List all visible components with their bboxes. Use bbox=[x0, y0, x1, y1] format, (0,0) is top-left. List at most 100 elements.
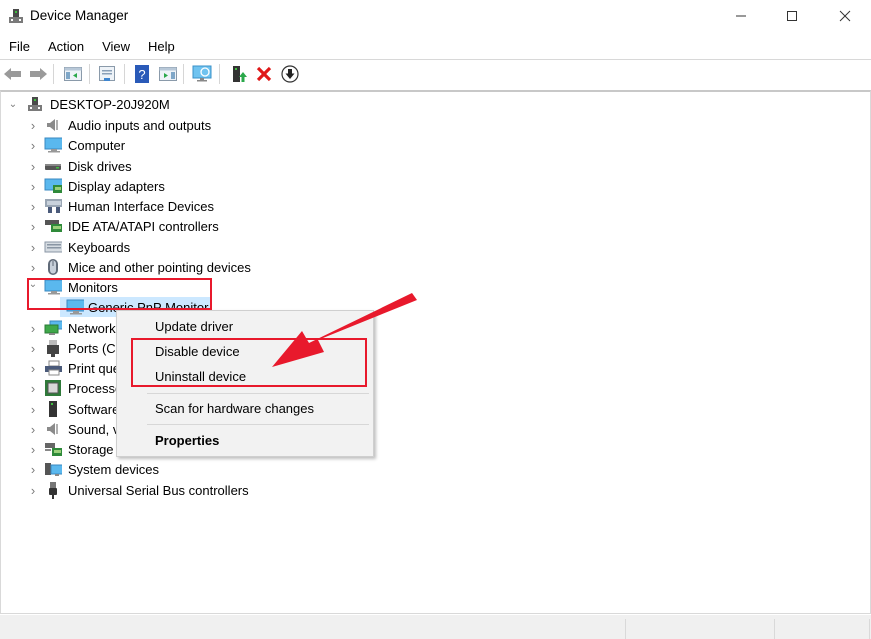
toolbar-separator bbox=[124, 64, 125, 84]
menu-item-properties[interactable]: Properties bbox=[155, 433, 219, 448]
tree-item-label: Universal Serial Bus controllers bbox=[68, 482, 249, 498]
tree-category-keyboards[interactable]: › Keyboards bbox=[28, 237, 130, 257]
menu-bar: File Action View Help bbox=[0, 36, 871, 58]
storage-controller-icon bbox=[44, 441, 62, 457]
tree-category-system-devices[interactable]: › System devices bbox=[28, 459, 159, 479]
toolbar-separator bbox=[89, 64, 90, 84]
tree-item-label: Human Interface Devices bbox=[68, 198, 214, 214]
console-tree-button[interactable] bbox=[62, 64, 84, 84]
tree-item-label: Display adapters bbox=[68, 178, 165, 194]
status-divider bbox=[625, 619, 626, 639]
console-tree-icon bbox=[64, 67, 82, 81]
down-arrow-circle-icon bbox=[281, 65, 299, 83]
maximize-icon bbox=[787, 11, 797, 21]
maximize-button[interactable] bbox=[769, 0, 815, 32]
menu-item-update-driver[interactable]: Update driver bbox=[155, 319, 233, 334]
menu-separator bbox=[147, 393, 369, 394]
red-x-icon bbox=[256, 66, 272, 82]
back-arrow-icon bbox=[4, 68, 21, 80]
properties-button[interactable] bbox=[96, 64, 118, 84]
chevron-right-icon[interactable]: › bbox=[28, 462, 38, 477]
monitor-icon bbox=[44, 279, 62, 295]
chevron-right-icon[interactable]: › bbox=[28, 361, 38, 376]
tree-category-universal-serial-bus-controllers[interactable]: › Universal Serial Bus controllers bbox=[28, 480, 249, 500]
menu-item-uninstall-device[interactable]: Uninstall device bbox=[155, 369, 246, 384]
tree-category-display-adapters[interactable]: › Display adapters bbox=[28, 176, 165, 196]
update-driver-icon bbox=[233, 66, 247, 82]
update-driver-button[interactable] bbox=[228, 64, 250, 84]
toolbar-separator bbox=[53, 64, 54, 84]
mouse-icon bbox=[44, 259, 62, 275]
minimize-button[interactable] bbox=[718, 0, 764, 32]
scan-monitor-icon bbox=[192, 65, 212, 82]
tree-item-label: Keyboards bbox=[68, 239, 131, 255]
close-button[interactable] bbox=[822, 0, 868, 32]
chevron-right-icon[interactable]: › bbox=[28, 402, 38, 417]
chevron-right-icon[interactable]: › bbox=[28, 118, 38, 133]
tree-item-label: Computer bbox=[68, 137, 126, 153]
chevron-right-icon[interactable]: › bbox=[28, 483, 38, 498]
processor-icon bbox=[44, 380, 62, 396]
forward-button[interactable] bbox=[27, 64, 49, 84]
chevron-right-icon[interactable]: › bbox=[28, 422, 38, 437]
chevron-down-icon[interactable]: ⌄ bbox=[8, 99, 18, 110]
tree-item-label: Disk drives bbox=[68, 158, 132, 174]
ide-controller-icon bbox=[44, 218, 62, 234]
chevron-right-icon[interactable]: › bbox=[28, 260, 38, 275]
device-manager-icon bbox=[8, 8, 24, 24]
tree-item-label: Audio inputs and outputs bbox=[68, 117, 212, 133]
title-bar: Device Manager bbox=[0, 0, 871, 34]
menu-help[interactable]: Help bbox=[139, 36, 184, 58]
svg-text:?: ? bbox=[138, 67, 145, 82]
network-icon bbox=[44, 320, 62, 336]
sound-icon bbox=[44, 421, 62, 437]
chevron-right-icon[interactable]: › bbox=[28, 321, 38, 336]
menu-item-scan-hardware[interactable]: Scan for hardware changes bbox=[155, 401, 314, 416]
back-button[interactable] bbox=[2, 64, 24, 84]
disable-button[interactable] bbox=[279, 64, 301, 84]
usb-icon bbox=[44, 482, 62, 499]
menu-item-disable-device[interactable]: Disable device bbox=[155, 344, 240, 359]
system-devices-icon bbox=[44, 461, 62, 477]
help-button[interactable]: ? bbox=[131, 64, 153, 84]
menu-view[interactable]: View bbox=[93, 36, 139, 58]
tree-item-label: System devices bbox=[68, 461, 160, 477]
toolbar-separator bbox=[219, 64, 220, 84]
chevron-down-icon[interactable]: ⌄ bbox=[28, 279, 38, 290]
chevron-right-icon[interactable]: › bbox=[28, 442, 38, 457]
tree-category-mice-and-other-pointing-devices[interactable]: › Mice and other pointing devices bbox=[28, 257, 251, 277]
software-device-icon bbox=[44, 401, 62, 417]
tree-category-audio-inputs-and-outputs[interactable]: › Audio inputs and outputs bbox=[28, 115, 211, 135]
chevron-right-icon[interactable]: › bbox=[28, 199, 38, 214]
status-bar bbox=[0, 615, 871, 639]
action-pane-button[interactable] bbox=[157, 64, 179, 84]
tree-category-disk-drives[interactable]: › Disk drives bbox=[28, 156, 132, 176]
tree-root[interactable]: ⌄ DESKTOP-20J920M bbox=[8, 94, 170, 114]
chevron-right-icon[interactable]: › bbox=[28, 381, 38, 396]
chevron-right-icon[interactable]: › bbox=[28, 341, 38, 356]
tree-item-label: Mice and other pointing devices bbox=[68, 259, 251, 275]
forward-arrow-icon bbox=[30, 68, 47, 80]
scan-hardware-button[interactable] bbox=[192, 64, 214, 84]
display-adapter-icon bbox=[44, 178, 62, 194]
uninstall-button[interactable] bbox=[253, 64, 275, 84]
window-title: Device Manager bbox=[30, 8, 129, 23]
chevron-right-icon[interactable]: › bbox=[28, 179, 38, 194]
disk-drive-icon bbox=[44, 158, 62, 174]
menu-action[interactable]: Action bbox=[39, 36, 93, 58]
chevron-right-icon[interactable]: › bbox=[28, 219, 38, 234]
menu-file[interactable]: File bbox=[0, 36, 39, 58]
chevron-right-icon[interactable]: › bbox=[28, 240, 38, 255]
status-divider bbox=[774, 619, 775, 639]
tree-item-label: IDE ATA/ATAPI controllers bbox=[68, 218, 219, 234]
context-menu: Update driver Disable device Uninstall d… bbox=[116, 310, 374, 457]
tree-category-monitors[interactable]: ⌄ Monitors bbox=[28, 277, 118, 297]
action-pane-icon bbox=[159, 67, 177, 81]
chevron-right-icon[interactable]: › bbox=[28, 138, 38, 153]
tree-category-ide-ata-atapi-controllers[interactable]: › IDE ATA/ATAPI controllers bbox=[28, 216, 219, 236]
keyboard-icon bbox=[44, 239, 62, 255]
computer-icon bbox=[44, 137, 62, 153]
tree-category-human-interface-devices[interactable]: › Human Interface Devices bbox=[28, 196, 214, 216]
chevron-right-icon[interactable]: › bbox=[28, 159, 38, 174]
tree-category-computer[interactable]: › Computer bbox=[28, 135, 125, 155]
